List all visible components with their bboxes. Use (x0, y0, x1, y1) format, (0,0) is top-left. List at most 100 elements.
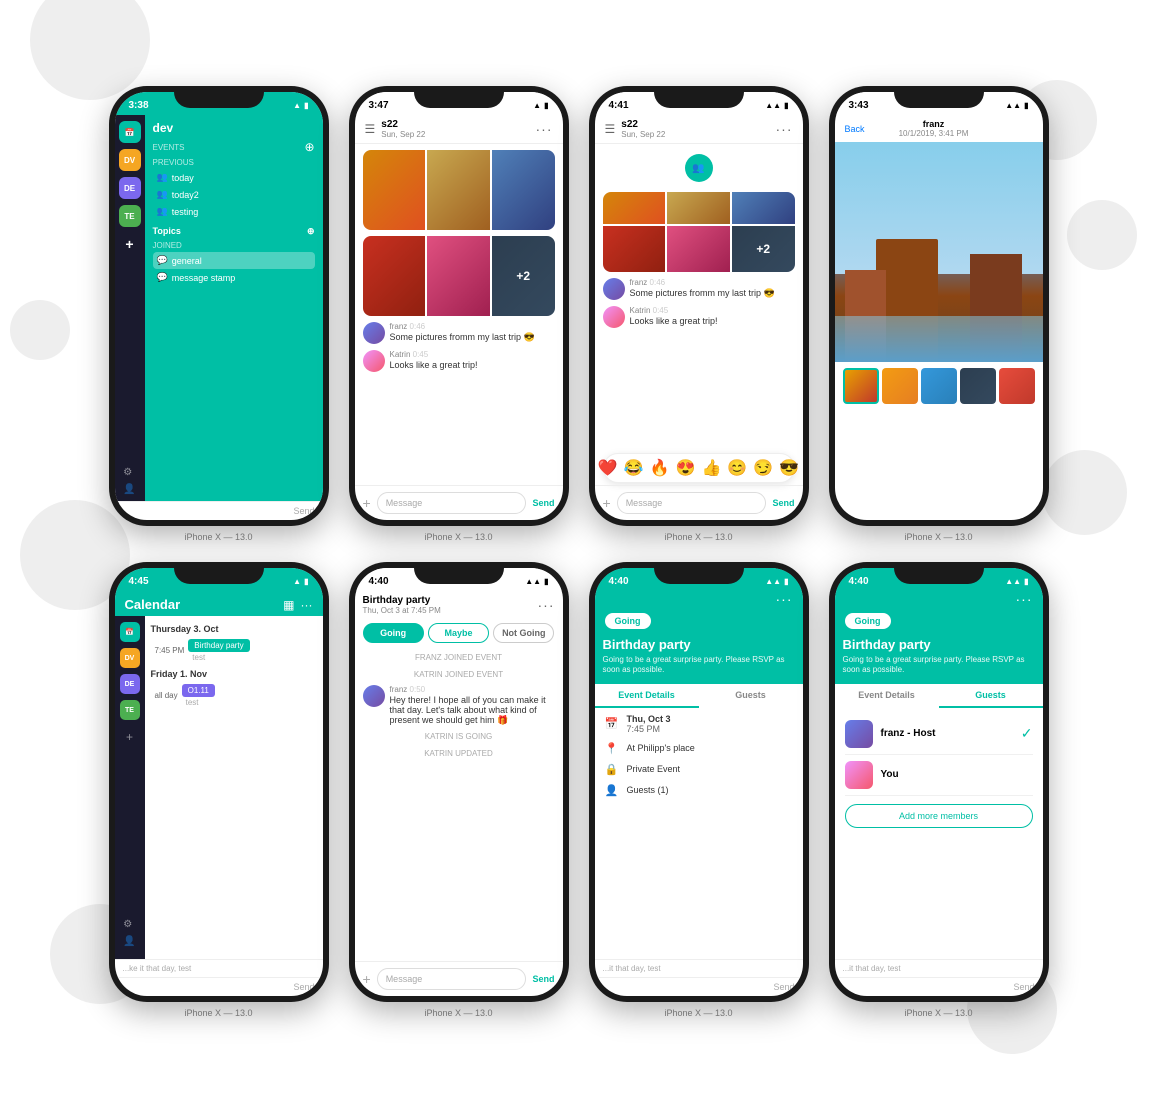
event-sub-birthday: test (188, 653, 249, 662)
going-partial-label-8[interactable]: Going (845, 613, 891, 629)
lock-icon-7: 🔒 (605, 763, 619, 776)
sidebar-icon-de[interactable]: DE (119, 177, 141, 199)
message-input-6[interactable]: Message (377, 968, 527, 990)
topic-message-stamp[interactable]: 💬 message stamp (153, 269, 315, 286)
event-detail-title-7: Birthday party (603, 637, 795, 652)
more-icon-2[interactable]: ··· (536, 121, 553, 137)
reaction-smile[interactable]: 😊 (727, 458, 747, 478)
event-today[interactable]: 👥 today (153, 169, 315, 186)
thumb-1-4[interactable] (843, 368, 879, 404)
send-label-8[interactable]: Send (1013, 982, 1034, 992)
guests-icon-7: 👤 (605, 784, 619, 797)
tab-event-details-8[interactable]: Event Details (835, 684, 939, 708)
sys-msg-katrin-going: KATRIN IS GOING (363, 730, 555, 743)
profile-icon[interactable]: 👤 (123, 484, 135, 495)
reaction-cool[interactable]: 😎 (779, 458, 799, 478)
reaction-heart[interactable]: ❤️ (598, 458, 618, 478)
send-button-2[interactable]: Send (532, 498, 554, 508)
author-franz-2: franz 0:46 (390, 322, 535, 331)
photo-1-2 (363, 150, 426, 230)
sidebar-icon-te[interactable]: TE (119, 205, 141, 227)
tab-event-details-7[interactable]: Event Details (595, 684, 699, 708)
tab-guests-7[interactable]: Guests (699, 684, 803, 708)
status-bar-4: 3:43 ▲▲ ▮ (835, 92, 1043, 115)
phone-8-top-section: 4:40 ▲▲ ▮ ··· Going (835, 568, 1043, 684)
add-icon-2[interactable]: + (363, 495, 371, 511)
thumb-4-4[interactable] (960, 368, 996, 404)
add-icon-6[interactable]: + (363, 971, 371, 987)
cal-event-birthday[interactable]: 7:45 PM Birthday party test (151, 636, 317, 665)
topic-stamp-label: message stamp (172, 273, 236, 283)
phone-5-content: 4:45 ▲ ▮ Calendar ▦ ··· (115, 568, 323, 996)
menu-icon-2[interactable]: ☰ (365, 122, 376, 136)
more-icon-8[interactable]: ··· (1016, 591, 1033, 607)
cal-event-nov[interactable]: all day O1.11 test (151, 681, 317, 710)
signal-icon-5: ▲ (293, 577, 301, 586)
reaction-laugh[interactable]: 😂 (624, 458, 644, 478)
cal-add-icon[interactable]: + (126, 730, 133, 744)
detail-location-7: 📍 At Philipp's place (605, 742, 793, 755)
reaction-eyes[interactable]: 😍 (676, 458, 696, 478)
cal-icon-calendar[interactable]: 📅 (120, 622, 140, 642)
sidebar-add-button[interactable]: + (119, 233, 141, 255)
image-view-info-4: franz 10/1/2019, 3:41 PM (899, 119, 969, 138)
settings-icon[interactable]: ⚙ (123, 467, 135, 478)
avatar-franz-6 (363, 685, 385, 707)
maybe-button-6[interactable]: Maybe (428, 623, 489, 643)
not-going-button-6[interactable]: Not Going (493, 623, 554, 643)
send-label-5[interactable]: Send (293, 982, 314, 992)
text-franz-6: Hey there! I hope all of you can make it… (390, 695, 555, 726)
calendar-more-icon[interactable]: ··· (301, 598, 313, 612)
topics-add-icon[interactable]: ⊕ (307, 226, 315, 237)
calendar-grid-icon[interactable]: ▦ (283, 598, 294, 612)
avatar-franz-3 (603, 278, 625, 300)
sys-msg-katrin-updated: KATRIN UPDATED (363, 747, 555, 760)
message-input-2[interactable]: Message (377, 492, 527, 514)
sidebar-icon-calendar[interactable]: 📅 (119, 121, 141, 143)
sidebar-icon-dv[interactable]: DV (119, 149, 141, 171)
thumb-5-4[interactable] (999, 368, 1035, 404)
sys-msg-franz-joined: FRANZ JOINED EVENT (363, 651, 555, 664)
going-button-6[interactable]: Going (363, 623, 424, 643)
menu-icon-3[interactable]: ☰ (605, 122, 616, 136)
reaction-fire[interactable]: 🔥 (650, 458, 670, 478)
send-button-6[interactable]: Send (532, 974, 554, 984)
send-label-7[interactable]: Send (773, 982, 794, 992)
reaction-thumbs[interactable]: 👍 (702, 458, 722, 478)
back-button-4[interactable]: Back (845, 124, 865, 134)
thumbnail-row-4 (835, 362, 1043, 410)
cal-icon-dv[interactable]: DV (120, 648, 140, 668)
add-members-button-8[interactable]: Add more members (845, 804, 1033, 828)
cal-settings-icon[interactable]: ⚙ (123, 919, 135, 930)
thumb-3-4[interactable] (921, 368, 957, 404)
previous-label: PREVIOUS (153, 158, 315, 167)
chat-partial-8: ...it that day, test (835, 959, 1043, 977)
tab-guests-8[interactable]: Guests (939, 684, 1043, 708)
topics-header: Topics ⊕ (153, 226, 315, 237)
event-testing[interactable]: 👥 testing (153, 203, 315, 220)
event-more-icon-6[interactable]: ··· (538, 597, 555, 613)
more-icon-7[interactable]: ··· (776, 591, 793, 607)
more-icon-3[interactable]: ··· (776, 121, 793, 137)
cal-profile-icon[interactable]: 👤 (123, 936, 135, 947)
calendar-header-5: Calendar ▦ ··· (115, 591, 323, 616)
reaction-bar-3[interactable]: ❤️ 😂 🔥 😍 👍 😊 😏 😎 (603, 453, 795, 483)
events-add-icon[interactable]: ⊕ (304, 140, 314, 154)
send-button-3[interactable]: Send (772, 498, 794, 508)
phone-6-screen: 4:40 ▲▲ ▮ Birthday party Thu, Oct 3 at 7… (355, 568, 563, 996)
detail-guests-7: 👤 Guests (1) (605, 784, 793, 797)
status-icons-7: ▲▲ ▮ (765, 577, 788, 586)
event-today2[interactable]: 👥 today2 (153, 186, 315, 203)
topic-general[interactable]: 💬 general (153, 252, 315, 269)
signal-icon-6: ▲▲ (525, 577, 541, 586)
going-partial-label-7[interactable]: Going (605, 613, 651, 629)
message-input-3[interactable]: Message (617, 492, 767, 514)
time-4: 3:43 (849, 100, 869, 111)
reaction-smirk[interactable]: 😏 (753, 458, 773, 478)
cal-icon-de[interactable]: DE (120, 674, 140, 694)
thumb-2-4[interactable] (882, 368, 918, 404)
send-label-1[interactable]: Send (293, 506, 314, 516)
chat-date-3: Sun, Sep 22 (621, 130, 769, 139)
add-icon-3[interactable]: + (603, 495, 611, 511)
cal-icon-te[interactable]: TE (120, 700, 140, 720)
